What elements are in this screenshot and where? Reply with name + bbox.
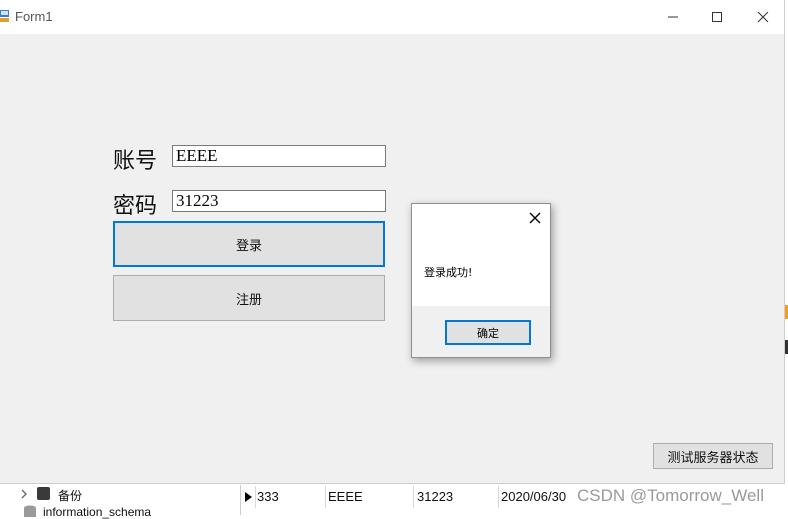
test-server-status-button[interactable]: 测试服务器状态 <box>653 443 773 469</box>
close-button[interactable] <box>740 2 786 32</box>
form1-window: Form1 账号 EEEE 密码 31223 登录 注册 测试服务器状态 登录成… <box>0 0 785 484</box>
csdn-watermark: CSDN @Tomorrow_Well <box>577 486 764 505</box>
backup-icon <box>37 487 50 500</box>
grid-cell[interactable]: EEEE <box>328 489 363 504</box>
tree-item-backup[interactable]: 备份 <box>58 487 82 504</box>
ok-button[interactable]: 确定 <box>445 320 531 345</box>
account-label: 账号 <box>113 149 158 174</box>
database-icon <box>24 505 36 517</box>
minimize-button[interactable] <box>650 2 696 32</box>
panel-divider <box>240 485 241 515</box>
minimize-icon <box>668 16 678 18</box>
window-title: Form1 <box>15 9 53 24</box>
maximize-icon <box>712 12 722 22</box>
test-server-status-label: 测试服务器状态 <box>667 450 759 466</box>
tree-item-information-schema[interactable]: information_schema <box>43 505 151 519</box>
password-label: 密码 <box>113 194 158 219</box>
title-bar[interactable]: Form1 <box>0 0 784 34</box>
app-icon <box>0 10 9 22</box>
chevron-right-icon[interactable] <box>20 489 28 499</box>
login-button[interactable]: 登录 <box>113 221 385 267</box>
grid-cell[interactable]: 2020/06/30 <box>501 489 566 504</box>
register-button-label: 注册 <box>235 292 262 308</box>
close-icon[interactable] <box>528 211 542 225</box>
ok-button-label: 确定 <box>477 326 499 340</box>
maximize-button[interactable] <box>694 2 740 32</box>
login-button-label: 登录 <box>235 238 262 254</box>
grid-separator <box>498 486 499 508</box>
row-pointer-icon <box>245 492 252 502</box>
grid-separator <box>255 486 256 508</box>
register-button[interactable]: 注册 <box>113 275 385 321</box>
grid-separator <box>413 486 414 508</box>
account-input[interactable]: EEEE <box>172 145 386 167</box>
password-input[interactable]: 31223 <box>172 190 386 212</box>
close-icon <box>757 11 769 23</box>
message-box: 登录成功! 确定 <box>411 203 551 358</box>
grid-separator <box>325 486 326 508</box>
grid-cell[interactable]: 333 <box>257 489 279 504</box>
message-text: 登录成功! <box>424 266 473 279</box>
grid-cell[interactable]: 31223 <box>417 489 453 504</box>
